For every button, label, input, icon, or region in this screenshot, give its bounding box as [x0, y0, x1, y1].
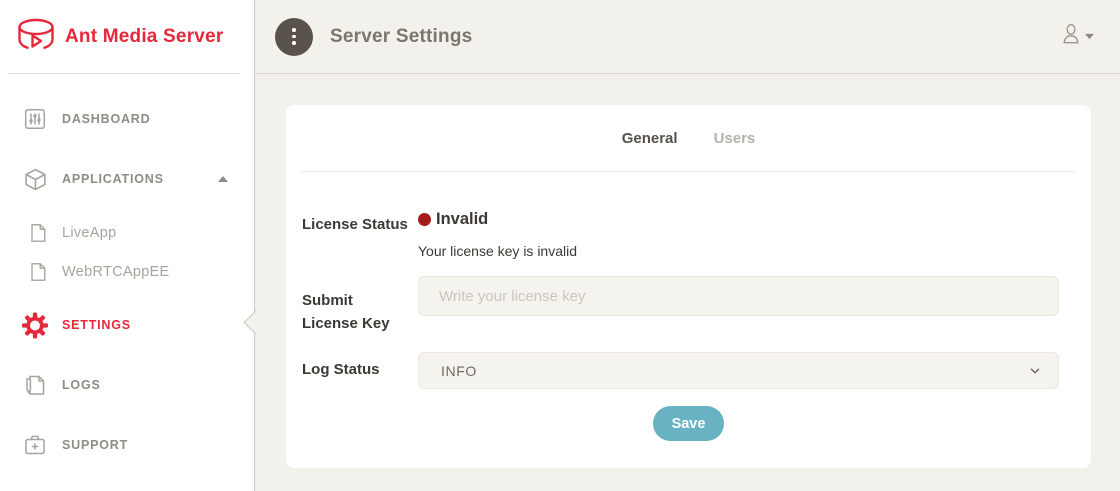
log-status-select[interactable]: INFO — [418, 352, 1059, 389]
ant-media-logo-icon — [13, 16, 59, 58]
chevron-down-icon — [1085, 33, 1094, 40]
tab-users[interactable]: Users — [714, 130, 756, 147]
license-status-value: Invalid — [418, 210, 488, 229]
sidebar-item-liveapp[interactable]: LiveApp — [0, 213, 254, 253]
sidebar-item-label: APPLICATIONS — [62, 172, 164, 186]
sidebar-item-logs[interactable]: LOGS — [0, 365, 254, 405]
file-icon — [28, 223, 48, 243]
save-row: Save — [286, 406, 1091, 441]
sidebar-item-settings[interactable]: SETTINGS — [0, 305, 254, 345]
sidebar-item-label: SETTINGS — [62, 318, 131, 332]
sidebar-divider — [8, 73, 240, 74]
save-button[interactable]: Save — [653, 406, 725, 441]
sliders-icon — [22, 107, 48, 131]
sidebar-item-label: WebRTCAppEE — [62, 264, 170, 280]
gear-icon — [22, 312, 48, 339]
settings-tabs: General Users — [286, 105, 1091, 171]
sidebar: Ant Media Server DASHBOARD — [0, 0, 255, 491]
menu-kebab-button[interactable] — [275, 18, 313, 56]
chevron-down-icon — [1028, 364, 1042, 378]
license-status-description: Your license key is invalid — [418, 243, 577, 259]
brand-name: Ant Media Server — [65, 26, 223, 48]
tab-general[interactable]: General — [622, 130, 678, 147]
page-title: Server Settings — [330, 26, 472, 48]
sidebar-item-applications[interactable]: APPLICATIONS — [0, 159, 254, 199]
top-bar: Server Settings — [255, 0, 1120, 74]
log-status-value: INFO — [441, 363, 477, 379]
sidebar-item-support[interactable]: SUPPORT — [0, 425, 254, 465]
license-status-label: License Status — [302, 216, 408, 233]
main-area: Server Settings General Users — [255, 0, 1120, 491]
sidebar-item-label: LOGS — [62, 378, 101, 392]
package-icon — [22, 167, 48, 192]
content-area: General Users License Status Invalid You… — [255, 74, 1120, 491]
license-key-input[interactable] — [418, 276, 1059, 316]
brand-logo[interactable]: Ant Media Server — [0, 0, 254, 73]
sidebar-item-webrtcappee[interactable]: WebRTCAppEE — [0, 252, 254, 292]
sidebar-item-label: LiveApp — [62, 225, 117, 241]
sidebar-item-label: SUPPORT — [62, 438, 128, 452]
user-icon — [1060, 22, 1082, 51]
sidebar-item-label: DASHBOARD — [62, 112, 150, 126]
tabs-divider — [302, 171, 1075, 172]
user-menu[interactable] — [1060, 22, 1094, 51]
app-window: Ant Media Server DASHBOARD — [0, 0, 1120, 491]
status-dot-icon — [418, 213, 431, 226]
log-status-label: Log Status — [302, 361, 380, 378]
chevron-up-icon[interactable] — [218, 175, 228, 183]
log-file-icon — [22, 373, 48, 397]
first-aid-icon — [22, 433, 48, 457]
license-key-label: Submit License Key — [302, 289, 412, 335]
file-icon — [28, 262, 48, 282]
sidebar-item-dashboard[interactable]: DASHBOARD — [0, 99, 254, 139]
server-settings-card: General Users License Status Invalid You… — [286, 105, 1091, 468]
